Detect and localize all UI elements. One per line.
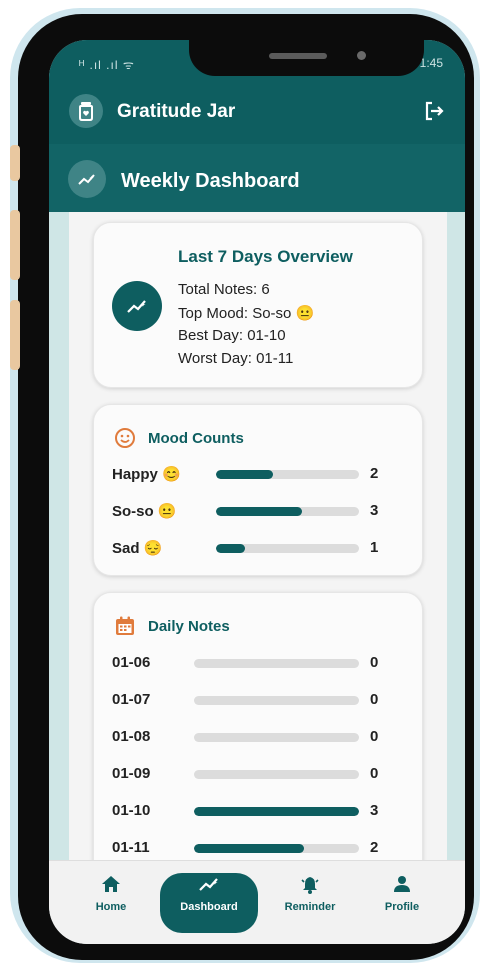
daily-notes-title: Daily Notes [148,617,230,635]
front-camera [357,51,366,60]
app-title: Gratitude Jar [117,101,236,122]
daily-count: 0 [370,765,379,782]
daily-bar [194,770,359,779]
daily-count: 3 [370,802,379,819]
daily-count: 0 [370,728,379,745]
speaker-grille [269,53,327,59]
total-notes: Total Notes: 6 [178,281,270,298]
mood-bar-fill [216,544,245,553]
best-day: Best Day: 01-10 [178,327,286,344]
daily-bar [194,844,359,853]
mood-label: Happy 😊 [112,466,181,483]
trend-icon: ✦ [68,160,106,198]
side-button [10,145,20,181]
mood-count: 2 [370,465,379,482]
mood-bar [216,507,359,516]
daily-date: 01-06 [112,654,151,671]
nav-label: Profile [384,901,420,913]
mood-counts-card: Mood Counts Happy 😊 2 So-so 😐 3 Sad 😔 1 [93,404,423,576]
daily-bar [194,696,359,705]
daily-count: 0 [370,691,379,708]
mood-counts-title: Mood Counts [148,429,244,447]
daily-bar [194,659,359,668]
daily-date: 01-07 [112,691,151,708]
status-signal: ᴴ .ıl .ıl ᯤ [79,58,135,72]
section-header: ✦ Weekly Dashboard [49,144,465,212]
bell-icon [299,875,321,895]
daily-bar [194,807,359,816]
daily-date: 01-10 [112,802,151,819]
daily-count: 0 [370,654,379,671]
trend-icon: ✦ [198,875,220,895]
worst-day: Worst Day: 01-11 [178,350,294,367]
calendar-icon [116,616,134,635]
top-mood: Top Mood: So-so 😐 [178,305,315,322]
mood-count: 1 [370,539,379,556]
mood-bar [216,544,359,553]
daily-bar-fill [194,807,359,816]
camera-notch [189,40,424,76]
side-button [10,210,20,280]
jar-icon [69,94,103,128]
overview-card: ✦ Last 7 Days Overview Total Notes: 6 To… [93,222,423,388]
app-screen: ᴴ .ıl .ıl ᯤ % ▭ 1:45 Gratitude Jar ✦ [49,40,465,944]
dashboard-content: ✦ Last 7 Days Overview Total Notes: 6 To… [69,212,447,894]
bottom-nav: Home ✦ Dashboard Reminder Profile [49,860,465,944]
nav-item-reminder[interactable]: Reminder [261,861,359,944]
mood-bar-fill [216,507,302,516]
app-bar: Gratitude Jar [49,84,465,144]
daily-date: 01-08 [112,728,151,745]
nav-label: Home [95,901,127,913]
person-icon [391,875,413,895]
nav-item-profile[interactable]: Profile [357,861,447,944]
mood-label: So-so 😐 [112,503,177,520]
daily-notes-card: Daily Notes 01-06 0 01-07 0 01-08 0 01-09 0 01-1… [93,592,423,894]
svg-text:✦: ✦ [140,301,146,309]
smile-icon [115,428,135,448]
trend-icon: ✦ [112,281,162,331]
nav-label: Dashboard [180,901,238,913]
daily-count: 2 [370,839,379,856]
mood-label: Sad 😔 [112,540,163,557]
nav-label: Reminder [284,901,336,913]
mood-count: 3 [370,502,379,519]
nav-item-dashboard[interactable]: ✦ Dashboard [160,861,258,944]
daily-date: 01-11 [112,839,150,856]
daily-bar-fill [194,844,304,853]
overview-title: Last 7 Days Overview [178,247,353,266]
svg-text:✦: ✦ [89,175,94,182]
home-icon [100,875,122,895]
side-button [10,300,20,370]
logout-icon[interactable] [421,98,447,124]
daily-bar [194,733,359,742]
nav-item-home[interactable]: Home [74,861,148,944]
section-title: Weekly Dashboard [121,170,300,192]
daily-date: 01-09 [112,765,151,782]
mood-bar-fill [216,470,274,479]
mood-bar [216,470,359,479]
svg-text:✦: ✦ [212,879,218,887]
